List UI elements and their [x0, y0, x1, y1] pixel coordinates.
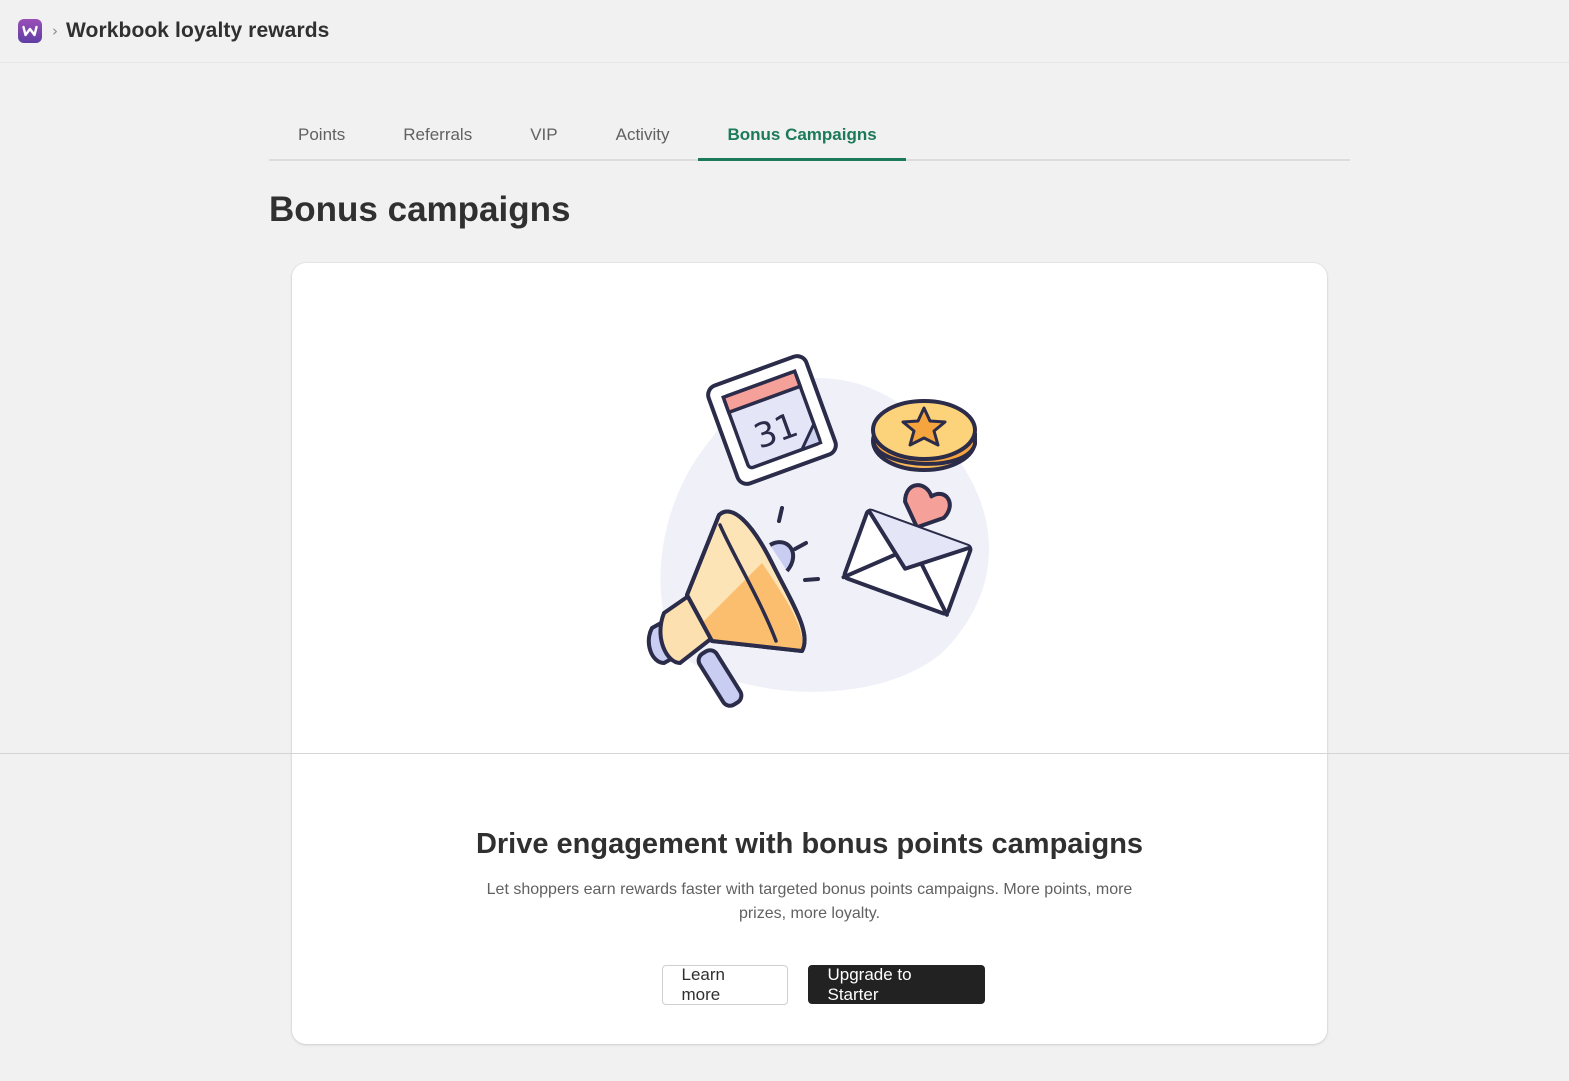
workbook-logo-icon[interactable]: [18, 19, 42, 43]
breadcrumb-separator: ›: [52, 22, 58, 40]
empty-state-card: 31 Drive engagement with bonus points ca…: [292, 263, 1327, 1044]
tab-vip[interactable]: VIP: [501, 110, 586, 159]
tab-bonus-campaigns[interactable]: Bonus Campaigns: [698, 110, 906, 161]
tab-bar: Points Referrals VIP Activity Bonus Camp…: [269, 110, 1350, 161]
tab-label: Activity: [615, 124, 670, 144]
tab-label: Referrals: [403, 124, 473, 144]
tab-label: VIP: [530, 124, 558, 144]
horizontal-rule: [0, 753, 1569, 754]
tab-label: Bonus Campaigns: [727, 124, 877, 144]
empty-state-title: Drive engagement with bonus points campa…: [475, 828, 1144, 860]
learn-more-button[interactable]: Learn more: [661, 965, 788, 1005]
tab-points[interactable]: Points: [269, 110, 374, 159]
coin-star-icon: [871, 399, 977, 472]
empty-state-description: Let shoppers earn rewards faster with ta…: [486, 881, 1133, 922]
tab-label: Points: [298, 124, 346, 144]
tab-referrals[interactable]: Referrals: [374, 110, 501, 159]
tab-activity[interactable]: Activity: [587, 110, 699, 159]
campaign-illustration: 31: [646, 354, 990, 708]
top-bar: › Workbook loyalty rewards: [0, 0, 1569, 63]
page-title: Bonus campaigns: [269, 190, 571, 229]
button-row: Learn more Upgrade to Starter: [292, 965, 1327, 1005]
upgrade-button[interactable]: Upgrade to Starter: [807, 965, 985, 1004]
app-title: Workbook loyalty rewards: [66, 19, 330, 42]
